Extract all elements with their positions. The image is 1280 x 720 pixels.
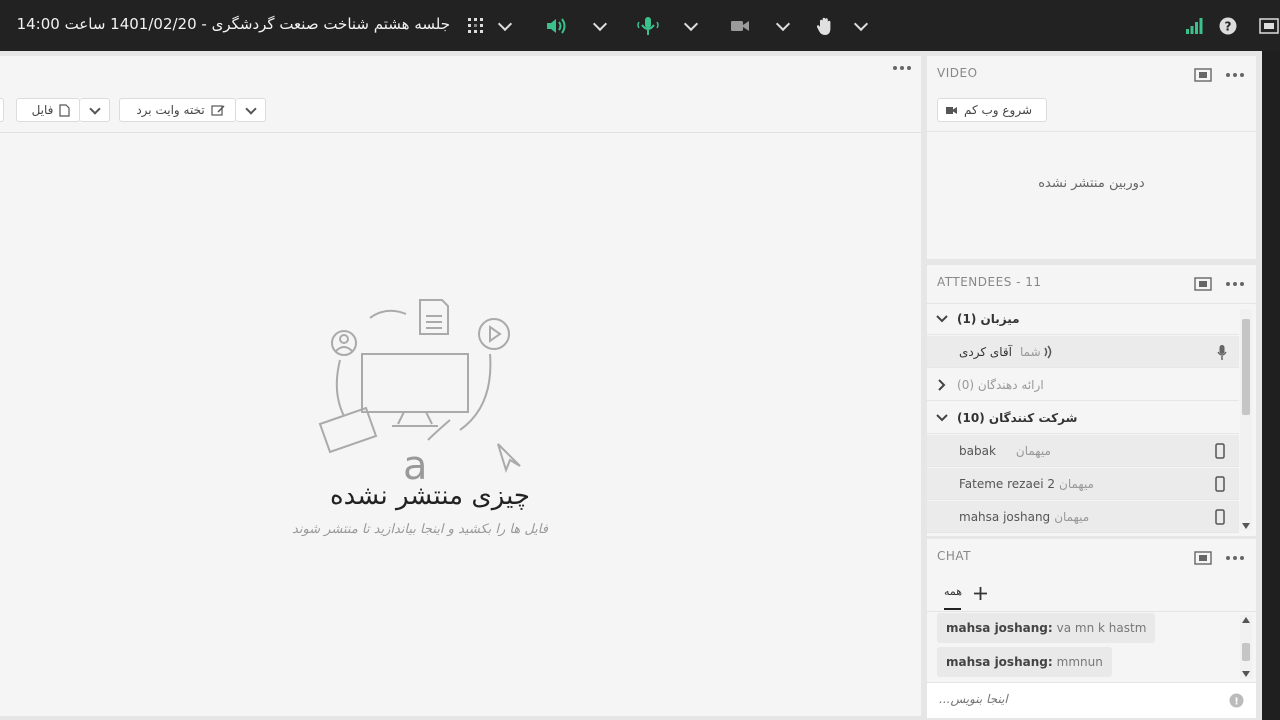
scroll-up-icon[interactable] [1242, 617, 1250, 623]
right-side-strip [1262, 51, 1280, 720]
video-header: VIDEO [937, 66, 978, 80]
scrollbar-thumb[interactable] [1242, 643, 1250, 661]
scroll-down-icon[interactable] [1242, 523, 1250, 529]
start-webcam-label: شروع وب کم [963, 103, 1033, 117]
attendees-panel: ATTENDEES - 11 میزبان (1) آقای کردی شما … [927, 265, 1256, 536]
chat-message-text: va mn k hastm [1056, 621, 1147, 635]
emoji-icon[interactable]: ! [1229, 693, 1244, 708]
toolbar-divider [0, 132, 921, 133]
empty-state-illustration: a [318, 299, 521, 482]
chat-message-input[interactable] [937, 691, 1221, 707]
microphone-icon[interactable] [636, 14, 660, 38]
camera-dropdown[interactable] [775, 14, 791, 38]
chevron-down-icon [936, 413, 948, 421]
fullscreen-icon[interactable] [1258, 14, 1280, 38]
presentation-area: فایل تخته وایت برد a چیزی منتشر نشده فای… [0, 56, 921, 716]
file-button[interactable]: فایل [16, 98, 80, 122]
hand-icon[interactable] [814, 14, 836, 38]
you-badge: شما [1020, 344, 1041, 359]
file-button-label: فایل [31, 103, 54, 117]
add-tab-icon[interactable] [974, 587, 987, 600]
start-webcam-button[interactable]: شروع وب کم [937, 98, 1047, 122]
signal-icon[interactable] [1184, 14, 1204, 38]
speaker-dropdown[interactable] [592, 14, 608, 38]
toolbar-edge-button[interactable] [0, 98, 4, 122]
hosts-group-label: میزبان (1) [957, 311, 1020, 326]
microphone-icon[interactable] [1217, 345, 1227, 360]
participant-name: babak [959, 443, 996, 458]
mobile-device-icon [1215, 443, 1225, 459]
host-user-name: آقای کردی [959, 344, 1013, 359]
chevron-right-icon [938, 378, 946, 391]
more-options-icon[interactable] [1226, 73, 1244, 77]
top-bar: جلسه هشتم شناخت صنعت گردشگری - 1401/02/2… [0, 0, 1280, 51]
chat-message-author: mahsa joshang: [946, 655, 1053, 669]
camera-icon [945, 106, 957, 114]
chat-header: CHAT [937, 549, 972, 563]
chat-panel: CHAT همه mahsa joshang: va mn k hastm ma… [927, 539, 1256, 718]
participant-role: میهمان [1015, 443, 1051, 458]
whiteboard-button-label: تخته وایت برد [136, 103, 205, 117]
participants-group-label: شرکت کنندگان (10) [957, 410, 1078, 425]
microphone-dropdown[interactable] [683, 14, 699, 38]
tab-everyone[interactable]: همه [944, 585, 962, 598]
participant-role: میهمان [1059, 476, 1094, 491]
speaking-icon [1044, 345, 1051, 358]
attendees-scrollbar[interactable] [1240, 309, 1252, 531]
more-options-icon[interactable] [1226, 556, 1244, 560]
hosts-group-row[interactable]: میزبان (1) [927, 303, 1239, 335]
video-panel: VIDEO شروع وب کم دوربین منتشر نشده [927, 56, 1256, 259]
speaker-icon[interactable] [544, 14, 568, 38]
layout-icon[interactable] [465, 14, 487, 38]
chat-message-author: mahsa joshang: [946, 621, 1053, 635]
maximize-icon[interactable] [1194, 277, 1212, 291]
empty-state-subtitle: فایل ها را بکشید و اینجا بیاندازید تا من… [292, 522, 548, 537]
tab-underline [944, 608, 961, 610]
participants-group-row[interactable]: شرکت کنندگان (10) [927, 402, 1239, 434]
chat-message: mahsa joshang: mmnun [937, 647, 1112, 677]
more-options-icon[interactable] [893, 66, 911, 70]
host-user-row[interactable]: آقای کردی شما [927, 336, 1239, 368]
participant-row[interactable]: mahsa joshang میهمان [927, 501, 1239, 533]
participant-name: mahsa joshang [959, 509, 1051, 524]
svg-text:?: ? [1225, 20, 1232, 34]
hand-dropdown[interactable] [853, 14, 869, 38]
more-options-icon[interactable] [1226, 282, 1244, 286]
layout-dropdown[interactable] [497, 14, 513, 38]
help-icon[interactable]: ? [1218, 14, 1238, 38]
participant-role: میهمان [1054, 509, 1090, 524]
file-dropdown[interactable] [80, 98, 110, 122]
participant-row[interactable]: babak میهمان [927, 435, 1239, 467]
participant-row[interactable]: Fateme rezaei 2 میهمان [927, 468, 1239, 500]
whiteboard-button[interactable]: تخته وایت برد [119, 98, 236, 122]
presenters-group-label: ارائه دهندگان (0) [957, 377, 1044, 392]
attendees-header: ATTENDEES - 11 [937, 275, 1042, 289]
no-camera-message: دوربین منتشر نشده [1038, 176, 1145, 191]
svg-text:!: ! [1234, 697, 1239, 708]
scroll-down-icon[interactable] [1242, 671, 1250, 677]
chat-scrollbar[interactable] [1240, 615, 1252, 679]
mobile-device-icon [1215, 476, 1225, 492]
maximize-icon[interactable] [1194, 551, 1212, 565]
chat-message: mahsa joshang: va mn k hastm [937, 613, 1156, 643]
chat-message-text: mmnun [1056, 655, 1103, 669]
chat-input-area: ! [927, 682, 1256, 718]
meeting-title: جلسه هشتم شناخت صنعت گردشگری - 1401/02/2… [16, 15, 450, 33]
participant-name: Fateme rezaei 2 [959, 476, 1055, 491]
whiteboard-icon [211, 104, 225, 116]
svg-text:a: a [403, 443, 428, 482]
scrollbar-thumb[interactable] [1242, 319, 1250, 415]
chevron-down-icon [936, 314, 948, 322]
presenters-group-row[interactable]: ارائه دهندگان (0) [927, 369, 1239, 401]
whiteboard-dropdown[interactable] [236, 98, 266, 122]
maximize-icon[interactable] [1194, 68, 1212, 82]
file-icon [59, 103, 71, 117]
camera-icon[interactable] [729, 14, 751, 38]
mobile-device-icon [1215, 509, 1225, 525]
empty-state-title: چیزی منتشر نشده [329, 481, 530, 511]
